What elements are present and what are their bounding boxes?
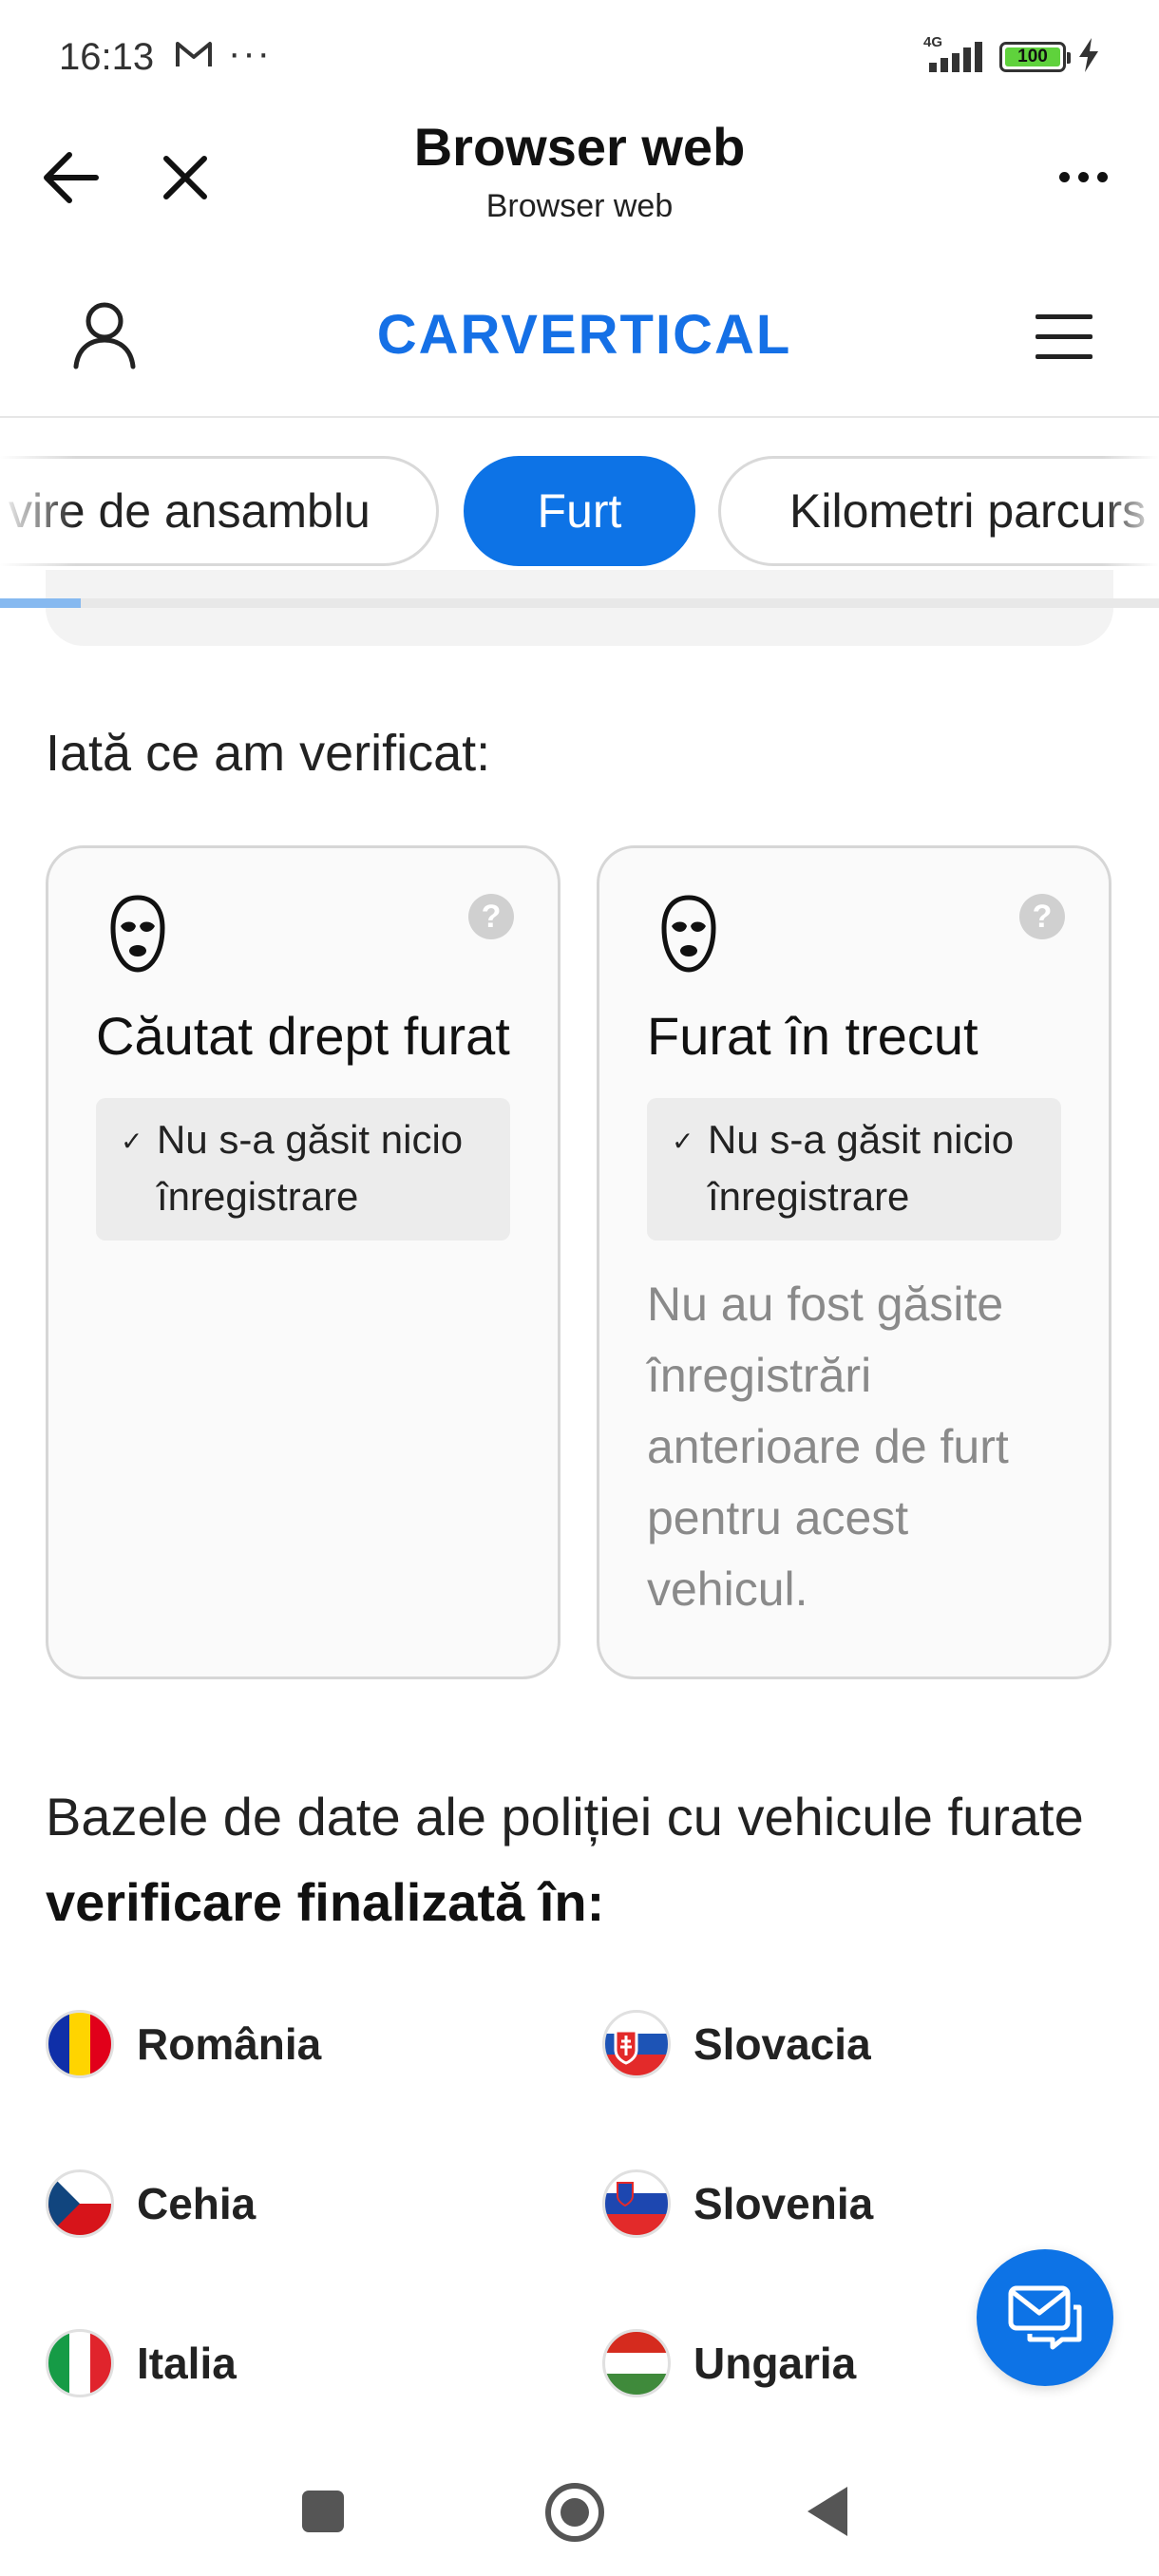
battery-level: 100 [1005,47,1060,66]
page-subtitle: Browser web [485,188,674,224]
chat-mail-icon [1008,2285,1082,2350]
status-overflow: ··· [228,32,272,74]
databases-intro: Bazele de date ale poliției cu vehicule … [46,1774,1119,1945]
brand-logo-text: CARVERTICAL [377,304,792,366]
recents-icon[interactable] [302,2491,344,2532]
section-scroll-progress [0,598,82,608]
section-scroll-track [0,598,1159,608]
check-card-stolen-in-past: ? Furat în trecut ✓ Nu s-a găsit nicio î… [597,845,1112,1679]
status-text: Nu s-a găsit nicio înregistrare [157,1117,464,1219]
battery-icon: 100 [999,42,1071,72]
help-icon[interactable]: ? [468,894,514,939]
card-title: Furat în trecut [647,1006,978,1066]
check-icon: ✓ [121,1127,143,1156]
status-badge: ✓ Nu s-a găsit nicio înregistrare [647,1098,1061,1241]
menu-icon[interactable] [1036,298,1112,374]
page-title: Browser web [413,117,746,177]
close-icon [163,156,207,199]
gmail-icon [176,42,212,66]
czechia-flag-icon [46,2169,114,2238]
brand-logo[interactable]: CARVERTICAL [375,296,793,372]
signal-icon [929,42,982,72]
previous-card-edge [46,570,1113,646]
close-button[interactable] [152,144,218,211]
check-icon: ✓ [672,1127,694,1156]
help-icon[interactable]: ? [1019,894,1065,939]
italy-flag-icon [46,2329,114,2397]
charging-icon [1079,38,1098,72]
site-nav: CARVERTICAL [0,275,1159,418]
country-item: Italia [46,2327,237,2399]
tab-theft[interactable]: Furt [464,456,695,566]
back-icon[interactable] [808,2487,847,2536]
balaclava-icon [661,895,716,973]
tab-overview[interactable]: vire de ansamblu [0,456,439,566]
home-icon[interactable] [545,2483,604,2542]
back-button[interactable] [38,144,104,211]
databases-intro-bold: verificare finalizată în: [46,1872,605,1932]
hungary-flag-icon [602,2329,671,2397]
account-icon[interactable] [66,296,142,372]
romania-flag-icon [46,2010,114,2078]
country-item: Slovacia [602,2008,871,2080]
system-nav-bar [0,2451,1159,2576]
country-name: Italia [137,2339,237,2388]
slovakia-flag-icon [602,2010,671,2078]
section-tabs: vire de ansamblu Furt Kilometri parcurs [0,456,1159,566]
chat-button[interactable] [977,2249,1113,2386]
country-item: Cehia [46,2168,256,2240]
browser-header: Browser web Browser web [0,114,1159,256]
more-icon [1058,171,1070,182]
country-name: România [137,2019,322,2069]
country-name: Slovacia [694,2019,871,2069]
country-name: Cehia [137,2179,256,2228]
back-arrow-icon [44,152,99,203]
status-bar: 16:13 ··· 4G 100 [0,0,1159,114]
country-item: Ungaria [602,2327,856,2399]
checks-heading: Iată ce am verificat: [46,725,491,782]
slovenia-flag-icon [602,2169,671,2238]
country-item: România [46,2008,321,2080]
status-time: 16:13 [59,36,155,78]
status-text: Nu s-a găsit nicio înregistrare [708,1117,1015,1219]
databases-intro-text: Bazele de date ale poliției cu vehicule … [46,1787,1084,1847]
check-card-wanted-stolen: ? Căutat drept furat ✓ Nu s-a găsit nici… [46,845,560,1679]
balaclava-icon [110,895,165,973]
country-name: Slovenia [694,2179,874,2228]
card-description: Nu au fost găsite înregistrări anterioar… [647,1278,1009,1616]
tab-mileage[interactable]: Kilometri parcurs [718,456,1159,566]
country-item: Slovenia [602,2168,873,2240]
card-title: Căutat drept furat [96,1006,510,1066]
country-name: Ungaria [694,2339,857,2388]
status-badge: ✓ Nu s-a găsit nicio înregistrare [96,1098,510,1241]
more-button[interactable] [1045,148,1121,205]
